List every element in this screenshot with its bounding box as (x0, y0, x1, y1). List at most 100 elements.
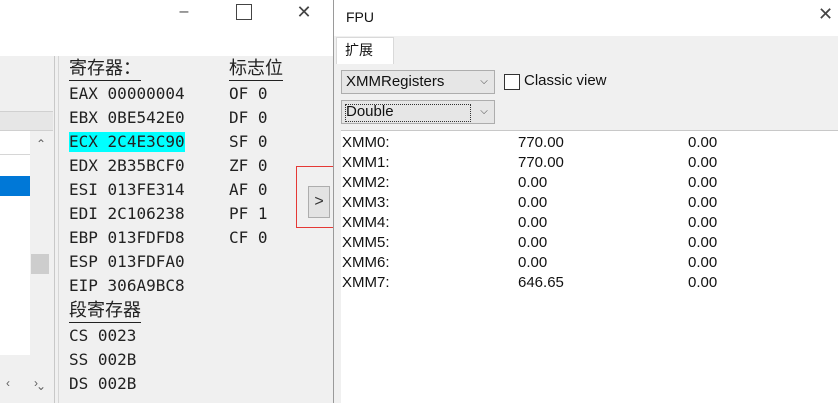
register-window: – ✕ ⌃ ⌄ ‹ › 寄存器： 标志位 EAX 00000004 EBX 0B… (0, 0, 333, 403)
xmm-value: 646.65 (518, 274, 564, 291)
register-row: ESP 013FDFA0 (69, 252, 185, 272)
flag-row: AF 0 (229, 180, 268, 200)
flag-row: SF 0 (229, 132, 268, 152)
chevron-left-icon[interactable]: ‹ (6, 376, 10, 390)
selected-list-item[interactable] (0, 176, 30, 196)
xmm-row[interactable]: XMM4: 0.00 0.00 (341, 213, 838, 233)
register-name: EDX (69, 156, 98, 175)
xmm-name: XMM2: (342, 174, 390, 191)
segment-name: SS (69, 350, 89, 369)
xmm-value: 0.00 (518, 254, 548, 271)
xmm-row[interactable]: XMM2: 0.00 0.00 (341, 173, 838, 193)
close-icon[interactable]: ✕ (294, 3, 314, 21)
tab-bar (334, 36, 838, 65)
register-row: EBX 0BE542E0 (69, 108, 185, 128)
register-name: ESP (69, 252, 98, 271)
register-name: EBP (69, 228, 98, 247)
flag-value: 0 (257, 108, 268, 127)
register-name: ESI (69, 180, 98, 199)
register-row: EIP 306A9BC8 (69, 276, 185, 296)
xmm-row[interactable]: XMM1: 770.00 0.00 (341, 153, 838, 173)
register-value: 2B35BCF0 (107, 156, 185, 175)
register-set-select[interactable]: XMMRegisters ⌵ (341, 70, 495, 94)
xmm-value: 0.00 (688, 254, 718, 271)
flag-name: SF (229, 132, 249, 151)
xmm-name: XMM7: (342, 274, 390, 291)
xmm-value: 770.00 (518, 134, 564, 151)
chevron-right-icon[interactable]: › (34, 376, 38, 390)
tab-extended[interactable]: 扩展 (336, 37, 394, 64)
xmm-value: 0.00 (688, 194, 718, 211)
chevron-up-icon[interactable]: ⌃ (31, 136, 51, 152)
title-bar (0, 0, 333, 56)
xmm-value: 0.00 (518, 174, 548, 191)
flag-row: CF 0 (229, 228, 268, 248)
xmm-name: XMM6: (342, 254, 390, 271)
xmm-name: XMM5: (342, 234, 390, 251)
flag-value: 1 (257, 204, 268, 223)
flag-name: DF (229, 108, 249, 127)
flag-name: AF (229, 180, 249, 199)
register-name: EIP (69, 276, 98, 295)
register-row-selected[interactable]: ECX 2C4E3C90 (69, 132, 185, 152)
xmm-name: XMM0: (342, 134, 390, 151)
segment-row: CS 0023 (69, 326, 136, 346)
xmm-row[interactable]: XMM6: 0.00 0.00 (341, 253, 838, 273)
register-value: 013FE314 (107, 180, 185, 199)
register-value: 0BE542E0 (107, 108, 185, 127)
flag-value: 0 (257, 132, 268, 151)
segment-value: 002B (97, 350, 137, 369)
register-value: 2C4E3C90 (107, 132, 185, 151)
xmm-name: XMM3: (342, 194, 390, 211)
maximize-icon[interactable] (236, 4, 252, 20)
register-name: ECX (69, 132, 98, 151)
xmm-row[interactable]: XMM5: 0.00 0.00 (341, 233, 838, 253)
side-pane-list[interactable] (0, 131, 30, 355)
xmm-value: 0.00 (688, 134, 718, 151)
register-row: ESI 013FE314 (69, 180, 185, 200)
register-value: 306A9BC8 (107, 276, 185, 295)
segment-row: SS 002B (69, 350, 136, 370)
xmm-value: 0.00 (688, 234, 718, 251)
register-value: 013FDFD8 (107, 228, 185, 247)
minimize-icon[interactable]: – (174, 4, 194, 20)
flag-name: PF (229, 204, 249, 223)
segment-value: 002B (97, 374, 137, 393)
xmm-value: 0.00 (518, 194, 548, 211)
flag-value: 0 (257, 228, 268, 247)
xmm-name: XMM4: (342, 214, 390, 231)
flag-name: OF (229, 84, 249, 103)
segment-row: DS 002B (69, 374, 136, 394)
xmm-name: XMM1: (342, 154, 390, 171)
classic-view-label: Classic view (524, 72, 607, 89)
xmm-row[interactable]: XMM7: 646.65 0.00 (341, 273, 838, 293)
register-name: EAX (69, 84, 98, 103)
scrollbar-thumb[interactable] (31, 254, 49, 274)
xmm-value: 0.00 (518, 234, 548, 251)
register-name: EDI (69, 204, 98, 223)
flag-row: OF 0 (229, 84, 268, 104)
xmm-row[interactable]: XMM0: 770.00 0.00 (341, 133, 838, 153)
flag-value: 0 (257, 156, 268, 175)
registers-panel: 寄存器： 标志位 EAX 00000004 EBX 0BE542E0 ECX 2… (58, 56, 331, 403)
flag-value: 0 (257, 180, 268, 199)
xmm-row[interactable]: XMM3: 0.00 0.00 (341, 193, 838, 213)
divider (0, 154, 30, 155)
format-select[interactable]: Double ⌵ (341, 100, 495, 124)
xmm-value: 770.00 (518, 154, 564, 171)
registers-heading: 寄存器： (69, 58, 141, 81)
register-set-value: XMMRegisters (346, 73, 445, 90)
fpu-window: FPU ✕ 扩展 XMMRegisters ⌵ Classic view Dou… (333, 0, 838, 404)
flag-row: PF 1 (229, 204, 268, 224)
classic-view-checkbox[interactable] (504, 74, 520, 90)
chevron-down-icon: ⌵ (480, 76, 488, 87)
close-icon[interactable]: ✕ (818, 4, 833, 25)
register-name: EBX (69, 108, 98, 127)
segment-value: 0023 (97, 326, 137, 345)
flags-heading: 标志位 (229, 58, 283, 81)
register-row: EDI 2C106238 (69, 204, 185, 224)
flag-row: DF 0 (229, 108, 268, 128)
flag-value: 0 (257, 84, 268, 103)
register-row: EDX 2B35BCF0 (69, 156, 185, 176)
segment-name: DS (69, 374, 89, 393)
